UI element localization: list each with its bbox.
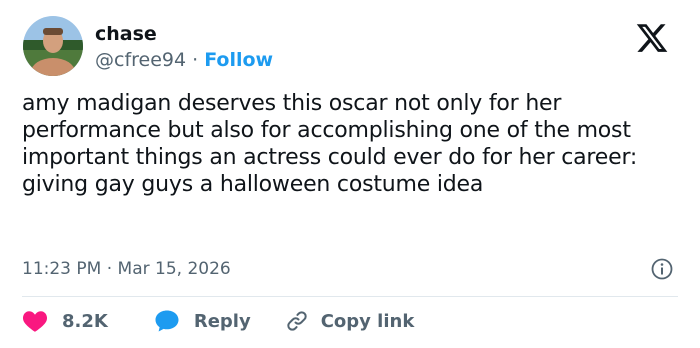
speech-bubble-icon bbox=[154, 309, 180, 333]
like-button[interactable]: 8.2K bbox=[22, 309, 154, 333]
date-separator: · bbox=[101, 259, 118, 279]
user-handle[interactable]: @cfree94 bbox=[95, 49, 186, 71]
reply-button[interactable]: Reply bbox=[154, 309, 285, 333]
handle-separator: · bbox=[186, 49, 205, 71]
tweet-date[interactable]: Mar 15, 2026 bbox=[118, 259, 231, 279]
copy-link-label: Copy link bbox=[320, 310, 415, 332]
reply-label: Reply bbox=[193, 310, 251, 332]
like-count: 8.2K bbox=[62, 310, 108, 332]
tweet-time[interactable]: 11:23 PM bbox=[22, 259, 101, 279]
tweet-text: amy madigan deserves this oscar not only… bbox=[22, 91, 638, 197]
divider bbox=[22, 296, 678, 297]
copy-link-button[interactable]: Copy link bbox=[285, 309, 415, 333]
action-bar: 8.2K Reply Copy link bbox=[22, 308, 414, 334]
follow-button[interactable]: Follow bbox=[204, 49, 273, 71]
x-logo-icon[interactable] bbox=[635, 21, 669, 55]
avatar[interactable] bbox=[23, 16, 83, 76]
display-name[interactable]: chase bbox=[95, 22, 157, 46]
heart-icon bbox=[22, 309, 48, 333]
info-icon[interactable] bbox=[651, 258, 673, 280]
tweet-card: chase @cfree94 · Follow amy madigan dese… bbox=[0, 0, 700, 348]
handle-row: @cfree94 · Follow bbox=[95, 48, 273, 72]
link-icon bbox=[285, 309, 309, 333]
timestamp[interactable]: 11:23 PM · Mar 15, 2026 bbox=[22, 258, 231, 280]
